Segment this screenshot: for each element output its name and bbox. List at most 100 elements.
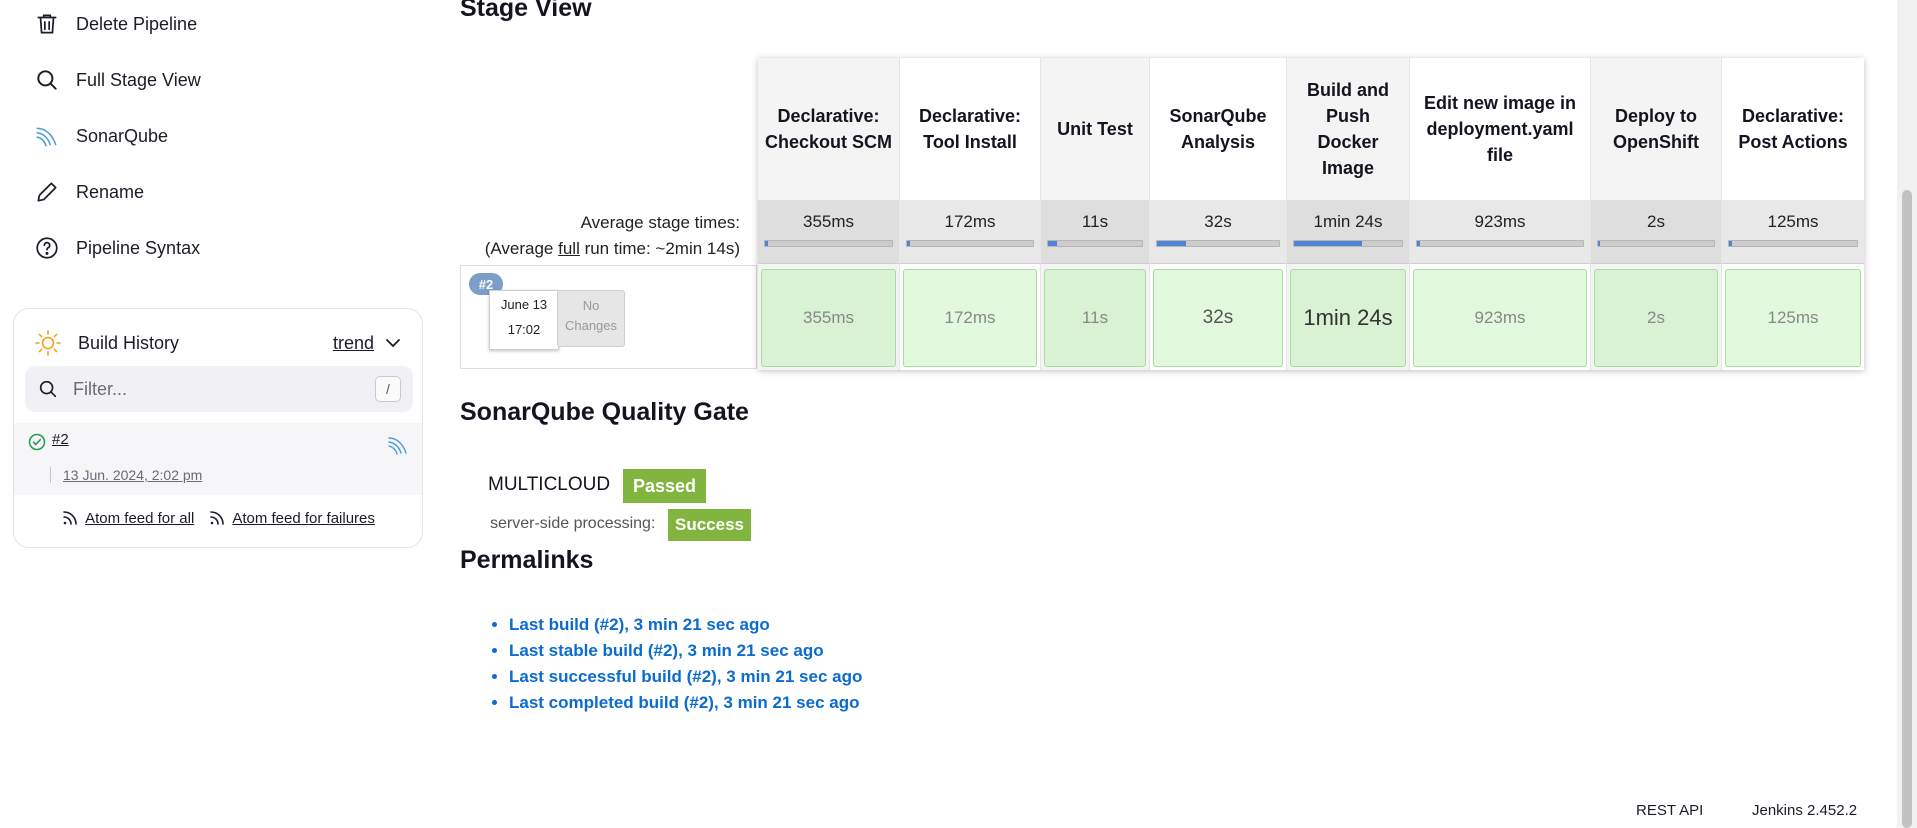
stage-average-bar-fill — [1729, 241, 1732, 246]
stage-result-cell[interactable]: 172ms — [903, 269, 1037, 367]
stage-header: Declarative: Tool Install — [918, 106, 1022, 152]
full-stage-view-task[interactable]: Full Stage View — [32, 60, 392, 100]
build-history-header: Build History trend — [34, 323, 402, 363]
quality-gate-title: SonarQube Quality Gate — [460, 398, 749, 426]
pipeline-syntax-task[interactable]: Pipeline Syntax — [32, 228, 392, 268]
stage-column: Unit Test 11s 11s — [1040, 58, 1149, 370]
permalink-item: Last successful build (#2), 3 min 21 sec… — [509, 667, 862, 693]
stage-result-cell[interactable]: 32s — [1153, 269, 1283, 367]
keyboard-shortcut-hint: / — [375, 376, 401, 402]
stage-result-cell[interactable]: 11s — [1044, 269, 1146, 367]
last-completed-build-link[interactable]: Last completed build (#2), 3 min 21 sec … — [509, 693, 859, 712]
stage-average-time: 11s — [1081, 212, 1109, 231]
rest-api-link[interactable]: REST API — [1636, 802, 1703, 819]
build-date-box[interactable]: June 13 17:02 — [489, 290, 559, 350]
stage-average-bar — [1597, 240, 1715, 247]
sonarqube-task[interactable]: SonarQube — [32, 116, 392, 156]
full-run-link[interactable]: full — [558, 239, 580, 258]
average-run-prefix: (Average — [484, 239, 559, 258]
stage-column: Build and Push Docker Image 1min 24s 1min … — [1286, 58, 1409, 370]
pencil-icon — [32, 177, 62, 207]
stage-average: 125ms — [1722, 200, 1864, 264]
stage-average: 11s — [1041, 200, 1149, 264]
stage-average-bar-fill — [1048, 241, 1058, 246]
quality-gate-status-badge: Passed — [623, 469, 706, 503]
stage-average: 355ms — [758, 200, 899, 264]
build-number-link[interactable]: #2 — [52, 431, 69, 448]
chevron-down-icon[interactable] — [384, 334, 402, 352]
stage-average-bar-fill — [1598, 241, 1601, 246]
stage-average-time: 355ms — [802, 212, 855, 231]
trend-link[interactable]: trend — [333, 333, 374, 354]
stage-header: Build and Push Docker Image — [1307, 80, 1389, 178]
trash-icon — [32, 9, 62, 39]
stage-header: Deploy to OpenShift — [1613, 106, 1699, 152]
stage-view-table: Declarative: Checkout SCM 355ms 355ms Decla… — [758, 58, 1864, 370]
build-time: 17:02 — [507, 322, 541, 337]
stage-result-cell[interactable]: 125ms — [1725, 269, 1861, 367]
help-circle-icon — [32, 233, 62, 263]
stage-average-bar — [764, 240, 893, 247]
stage-column: Declarative: Post Actions 125ms 125ms — [1721, 58, 1864, 370]
scrollbar-thumb[interactable] — [1902, 190, 1912, 828]
atom-feed-all-label: Atom feed for all — [85, 510, 195, 527]
stage-average-bar — [1728, 240, 1858, 247]
average-run-time: (Average full run time: ~2min 14s) — [460, 236, 740, 262]
stage-average: 32s — [1150, 200, 1286, 264]
last-stable-build-link[interactable]: Last stable build (#2), 3 min 21 sec ago — [509, 641, 824, 660]
last-build-link[interactable]: Last build (#2), 3 min 21 sec ago — [509, 615, 770, 634]
rss-icon — [210, 511, 225, 525]
stage-average-time: 1min 24s — [1313, 212, 1383, 231]
search-icon — [37, 378, 59, 400]
stage-average-bar-fill — [1294, 241, 1363, 246]
stage-average-time: 2s — [1647, 212, 1665, 231]
stage-average: 2s — [1591, 200, 1721, 264]
stage-average-time: 125ms — [1767, 212, 1819, 231]
average-stage-times: Average stage times: (Average full run t… — [460, 210, 740, 262]
sonarqube-icon[interactable] — [386, 433, 410, 457]
server-side-processing-badge: Success — [668, 509, 751, 541]
server-side-processing-label: server-side processing: — [490, 515, 656, 532]
stage-header: Declarative: Post Actions — [1738, 106, 1848, 152]
stage-average-bar — [1047, 240, 1143, 247]
build-date: June 13 — [500, 297, 548, 312]
permalink-item: Last build (#2), 3 min 21 sec ago — [509, 615, 862, 641]
stage-result-cell[interactable]: 923ms — [1413, 269, 1587, 367]
rename-task[interactable]: Rename — [32, 172, 392, 212]
build-history-card: Build History trend / #2 13 Jun. 2024, 2… — [13, 308, 423, 548]
stage-average-bar-fill — [907, 241, 910, 246]
stage-header: Unit Test — [1057, 119, 1133, 139]
last-successful-build-link[interactable]: Last successful build (#2), 3 min 21 sec… — [509, 667, 862, 686]
stage-average-bar — [1293, 240, 1403, 247]
stage-result-cell[interactable]: 2s — [1594, 269, 1718, 367]
sun-icon — [34, 329, 62, 357]
vertical-scrollbar[interactable] — [1897, 0, 1917, 828]
stage-column: Declarative: Tool Install 172ms 172ms — [899, 58, 1040, 370]
stage-header: Edit new image in deployment.yaml file — [1423, 93, 1577, 165]
atom-feed-failures-link[interactable]: Atom feed for failures — [208, 509, 375, 527]
build-date-link[interactable]: 13 Jun. 2024, 2:02 pm — [50, 467, 202, 483]
stage-column: Edit new image in deployment.yaml file 92… — [1409, 58, 1590, 370]
stage-result-cell[interactable]: 1min 24s — [1290, 269, 1406, 367]
rename-label: Rename — [76, 181, 145, 202]
stage-average-bar-fill — [1417, 241, 1421, 246]
quality-gate-project: MULTICLOUD — [488, 474, 611, 495]
permalinks-title: Permalinks — [460, 546, 594, 574]
average-run-suffix: run time: ~2min 14s) — [579, 239, 740, 258]
sonarqube-icon — [32, 121, 62, 151]
stage-average-bar-fill — [1157, 241, 1187, 246]
no-changes-box[interactable]: No Changes — [557, 290, 625, 347]
atom-feed-all-link[interactable]: Atom feed for all — [61, 509, 194, 527]
build-filter-input[interactable] — [71, 377, 375, 401]
stage-column: Deploy to OpenShift 2s 2s — [1590, 58, 1721, 370]
stage-average-bar — [1156, 240, 1280, 247]
stage-result-cell[interactable]: 355ms — [761, 269, 896, 367]
build-history-entry[interactable]: #2 13 Jun. 2024, 2:02 pm — [14, 423, 422, 495]
delete-pipeline-task[interactable]: Delete Pipeline — [32, 4, 392, 44]
stage-view-title: Stage View — [460, 0, 592, 22]
stage-average-bar — [906, 240, 1034, 247]
pipeline-syntax-label: Pipeline Syntax — [76, 237, 201, 258]
jenkins-version-link[interactable]: Jenkins 2.452.2 — [1752, 802, 1857, 819]
rss-icon — [63, 511, 77, 525]
stage-average-time: 172ms — [944, 212, 996, 231]
